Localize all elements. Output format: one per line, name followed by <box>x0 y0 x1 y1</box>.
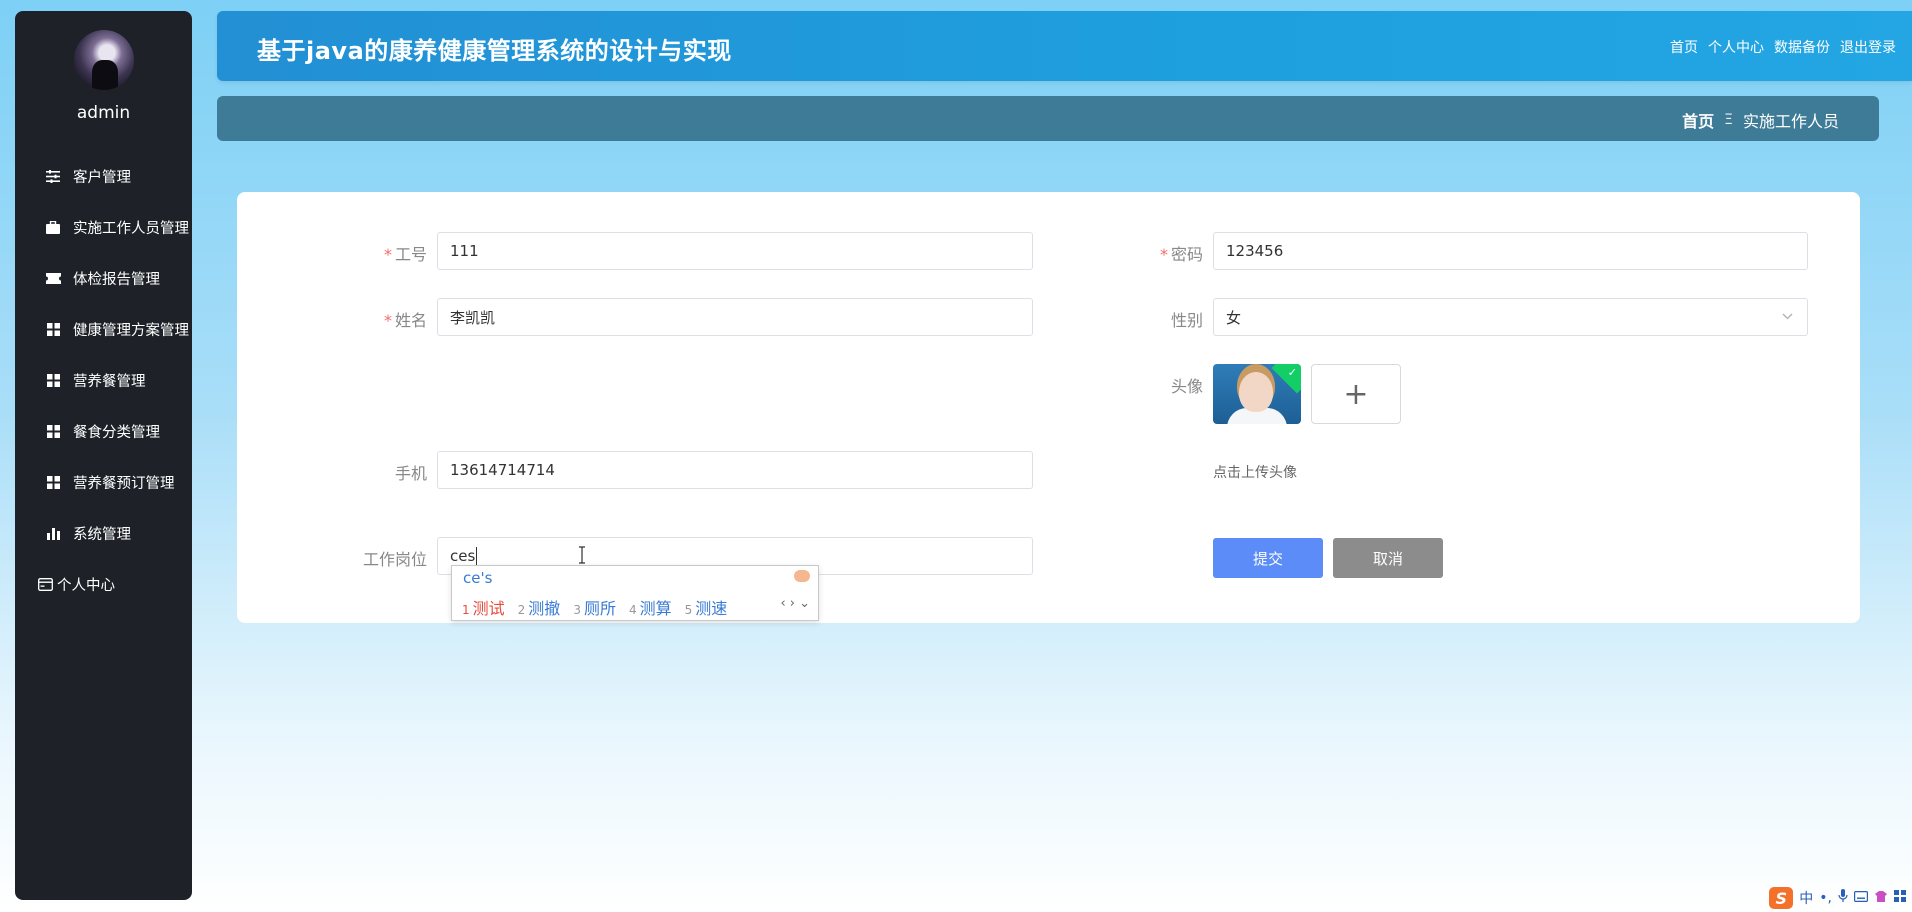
phone-input[interactable]: 13614714714 <box>437 451 1033 489</box>
breadcrumb: 首页 Ξ 实施工作人员 <box>1682 108 1839 132</box>
sidebar: admin 客户管理 实施工作人员管理 体检报告管理 健康管理方案管理 营养餐管… <box>15 11 192 900</box>
position-input-value: ces <box>450 547 476 565</box>
nav-logout-link[interactable]: 退出登录 <box>1840 37 1896 57</box>
ime-candidate[interactable]: 3 厕所 <box>573 595 616 619</box>
sidebar-item-staff[interactable]: 实施工作人员管理 <box>15 202 192 253</box>
upload-avatar-button[interactable]: + <box>1311 364 1401 424</box>
sidebar-item-label: 系统管理 <box>73 527 131 543</box>
briefcase-icon <box>45 220 61 236</box>
ime-candidate[interactable]: 1 测试 <box>462 595 505 619</box>
sidebar-item-label: 个人中心 <box>57 578 115 594</box>
job-no-input[interactable]: 111 <box>437 232 1033 270</box>
ime-candidate[interactable]: 2 测撤 <box>518 595 561 619</box>
sidebar-menu: 客户管理 实施工作人员管理 体检报告管理 健康管理方案管理 营养餐管理 餐食分类… <box>15 151 192 610</box>
nav-personal-center-link[interactable]: 个人中心 <box>1708 37 1764 57</box>
sidebar-item-meal-orders[interactable]: 营养餐预订管理 <box>15 457 192 508</box>
sidebar-item-system[interactable]: 系统管理 <box>15 508 192 559</box>
upload-tip: 点击上传头像 <box>1213 465 1297 481</box>
avatar-label: 头像 <box>1170 377 1203 396</box>
sidebar-item-customers[interactable]: 客户管理 <box>15 151 192 202</box>
required-mark: * <box>1159 245 1168 264</box>
gender-value: 女 <box>1226 308 1242 327</box>
position-label: 工作岗位 <box>362 550 427 569</box>
breadcrumb-bar: 首页 Ξ 实施工作人员 <box>217 96 1879 141</box>
sidebar-item-label: 营养餐管理 <box>73 374 146 390</box>
password-input[interactable]: 123456 <box>1213 232 1808 270</box>
avatar[interactable] <box>74 30 134 90</box>
nav-data-backup-link[interactable]: 数据备份 <box>1774 37 1830 57</box>
cancel-button[interactable]: 取消 <box>1333 538 1443 578</box>
sidebar-item-health-plans[interactable]: 健康管理方案管理 <box>15 304 192 355</box>
gender-label: 性别 <box>1170 311 1203 330</box>
top-header: 基于java的康养健康管理系统的设计与实现 首页 个人中心 数据备份 退出登录 <box>217 11 1912 81</box>
toolbox-icon[interactable] <box>1894 890 1906 906</box>
ime-logo-icon <box>794 570 810 582</box>
check-icon: ✓ <box>1287 366 1297 379</box>
nav-home-link[interactable]: 首页 <box>1670 37 1698 57</box>
ime-candidate[interactable]: 5 测速 <box>685 595 728 619</box>
avatar-thumbnail[interactable]: ✓ <box>1213 364 1301 424</box>
submit-button[interactable]: 提交 <box>1213 538 1323 578</box>
sidebar-item-meal-categories[interactable]: 餐食分类管理 <box>15 406 192 457</box>
name-label: * 姓名 <box>383 311 427 330</box>
ime-candidate[interactable]: 4 测算 <box>629 595 672 619</box>
sidebar-item-label: 实施工作人员管理 <box>73 221 189 237</box>
phone-label: 手机 <box>394 464 427 483</box>
system-tray: S 中 •, <box>1763 884 1912 912</box>
gender-select[interactable]: 女 <box>1213 298 1808 336</box>
microphone-icon[interactable] <box>1838 889 1848 907</box>
sidebar-item-label: 体检报告管理 <box>73 272 160 288</box>
password-label: * 密码 <box>1159 245 1203 264</box>
breadcrumb-separator-icon: Ξ <box>1724 112 1733 128</box>
grid-icon <box>45 322 61 338</box>
sidebar-item-meals[interactable]: 营养餐管理 <box>15 355 192 406</box>
ime-candidates: 1 测试 2 测撤 3 厕所 4 测算 5 测速 <box>462 595 727 619</box>
sidebar-item-label: 餐食分类管理 <box>73 425 160 441</box>
grid-icon <box>45 424 61 440</box>
required-mark: * <box>383 311 392 330</box>
breadcrumb-current: 实施工作人员 <box>1742 112 1839 131</box>
ticket-icon <box>45 271 61 287</box>
job-no-label: * 工号 <box>383 245 427 264</box>
grid-icon <box>45 475 61 491</box>
sidebar-item-label: 营养餐预订管理 <box>73 476 175 492</box>
ime-language-toggle[interactable]: 中 <box>1799 888 1813 908</box>
sidebar-item-label: 客户管理 <box>73 170 131 186</box>
bar-chart-icon <box>45 526 61 542</box>
card-icon <box>37 577 53 593</box>
username: admin <box>76 103 131 123</box>
top-nav: 首页 个人中心 数据备份 退出登录 <box>1670 37 1896 57</box>
text-caret <box>476 547 478 565</box>
breadcrumb-home[interactable]: 首页 <box>1682 108 1714 132</box>
required-mark: * <box>383 245 392 264</box>
ime-punctuation-toggle[interactable]: •, <box>1819 890 1832 906</box>
ime-page-nav[interactable]: ‹ › ⌄ <box>780 596 810 611</box>
sliders-icon <box>45 169 61 185</box>
sidebar-item-label: 健康管理方案管理 <box>73 323 189 339</box>
page-title: 基于java的康养健康管理系统的设计与实现 <box>257 37 732 65</box>
staff-form-card: * 工号 111 * 密码 123456 * 姓名 李凯凯 性别 女 头像 ✓ + 点… <box>237 192 1860 623</box>
ime-candidate-popup: ce's 1 测试 2 测撤 3 厕所 4 测算 5 测速 ‹ › ⌄ <box>451 565 819 621</box>
sidebar-item-reports[interactable]: 体检报告管理 <box>15 253 192 304</box>
name-input[interactable]: 李凯凯 <box>437 298 1033 336</box>
chevron-down-icon <box>1782 309 1793 323</box>
ime-composition: ce's <box>463 569 493 587</box>
skin-icon[interactable] <box>1874 890 1888 907</box>
sogou-ime-icon[interactable]: S <box>1769 887 1794 909</box>
keyboard-icon[interactable] <box>1854 890 1869 906</box>
sidebar-item-personal-center[interactable]: 个人中心 <box>15 559 192 610</box>
grid-icon <box>45 373 61 389</box>
